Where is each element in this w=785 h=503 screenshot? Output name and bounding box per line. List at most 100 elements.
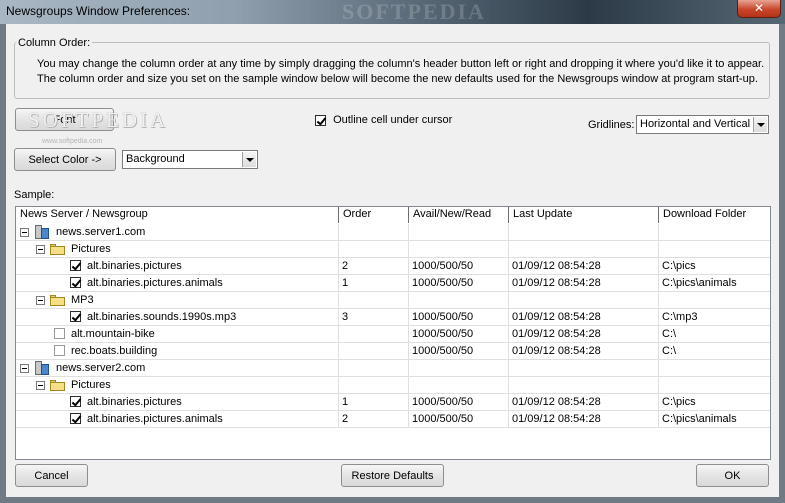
cancel-button[interactable]: Cancel xyxy=(15,464,88,487)
cell-download-folder: C:\ xyxy=(659,343,770,359)
cell-download-folder: C:\pics xyxy=(659,394,770,410)
row-label: Pictures xyxy=(71,379,111,391)
window-title: Newsgroups Window Preferences: xyxy=(6,4,191,18)
subscribe-checkbox[interactable] xyxy=(54,328,65,339)
collapse-icon[interactable] xyxy=(36,296,45,305)
newsgroup-row[interactable]: alt.binaries.sounds.1990s.mp3 3 1000/500/5… xyxy=(16,309,770,326)
newsgroup-row[interactable]: alt.binaries.pictures 1 1000/500/50 01/09/1… xyxy=(16,394,770,411)
chevron-down-icon[interactable] xyxy=(242,152,256,167)
cell-order: 3 xyxy=(339,309,409,325)
cell-last-update: 01/09/12 08:54:28 xyxy=(509,275,659,291)
cell-last-update xyxy=(509,377,659,393)
cell-newsgroup: alt.binaries.pictures.animals xyxy=(16,275,339,291)
folder-icon xyxy=(50,380,65,391)
gridlines-value: Horizontal and Vertical xyxy=(640,118,751,130)
subscribe-checkbox[interactable] xyxy=(70,311,81,322)
cell-avail xyxy=(409,360,509,376)
cell-last-update xyxy=(509,292,659,308)
cell-download-folder xyxy=(659,292,770,308)
cell-newsgroup: Pictures xyxy=(16,241,339,257)
subscribe-checkbox[interactable] xyxy=(70,413,81,424)
close-button[interactable]: ✕ xyxy=(737,0,781,18)
newsgroup-row[interactable]: alt.binaries.pictures 2 1000/500/50 01/09/1… xyxy=(16,258,770,275)
column-header-last-update[interactable]: Last Update xyxy=(509,207,659,223)
cell-newsgroup: alt.binaries.pictures xyxy=(16,258,339,274)
outline-label: Outline cell under cursor xyxy=(333,114,453,127)
cell-last-update xyxy=(509,360,659,376)
cell-last-update: 01/09/12 08:54:28 xyxy=(509,326,659,342)
cell-avail: 1000/500/50 xyxy=(409,343,509,359)
column-header-newsgroup[interactable]: News Server / Newsgroup xyxy=(16,207,339,223)
subscribe-checkbox[interactable] xyxy=(70,277,81,288)
cell-newsgroup: alt.binaries.pictures.animals xyxy=(16,411,339,427)
server-row[interactable]: news.server2.com xyxy=(16,360,770,377)
title-watermark: SOFTPEDIA xyxy=(342,0,486,24)
cell-last-update: 01/09/12 08:54:28 xyxy=(509,394,659,410)
cell-order xyxy=(339,326,409,342)
newsgroup-row[interactable]: alt.binaries.pictures.animals 2 1000/500/5… xyxy=(16,411,770,428)
cell-avail xyxy=(409,224,509,240)
cell-order xyxy=(339,224,409,240)
cell-last-update: 01/09/12 08:54:28 xyxy=(509,309,659,325)
cell-avail: 1000/500/50 xyxy=(409,326,509,342)
cell-avail: 1000/500/50 xyxy=(409,411,509,427)
column-order-legend: Column Order: xyxy=(16,37,93,49)
newsgroup-row[interactable]: alt.mountain-bike 1000/500/50 01/09/12 08:… xyxy=(16,326,770,343)
subscribe-checkbox[interactable] xyxy=(70,396,81,407)
newsgroup-row[interactable]: rec.boats.building 1000/500/50 01/09/12 08… xyxy=(16,343,770,360)
font-button[interactable]: Font xyxy=(15,108,114,131)
title-bar[interactable]: Newsgroups Window Preferences: SOFTPEDIA… xyxy=(0,0,785,24)
column-header-avail[interactable]: Avail/New/Read xyxy=(409,207,509,223)
collapse-icon[interactable] xyxy=(36,245,45,254)
cell-download-folder xyxy=(659,360,770,376)
cell-avail: 1000/500/50 xyxy=(409,309,509,325)
restore-defaults-button[interactable]: Restore Defaults xyxy=(341,464,444,487)
cell-last-update xyxy=(509,241,659,257)
row-label: Pictures xyxy=(71,243,111,255)
cell-download-folder xyxy=(659,224,770,240)
cell-newsgroup: news.server2.com xyxy=(16,360,339,376)
row-label: news.server1.com xyxy=(56,226,146,238)
cell-download-folder: C:\ xyxy=(659,326,770,342)
chevron-down-icon[interactable] xyxy=(753,117,767,132)
dialog-body: Column Order: You may change the column … xyxy=(6,24,779,497)
cell-order xyxy=(339,292,409,308)
newsgroup-row[interactable]: alt.binaries.pictures.animals 1 1000/500/5… xyxy=(16,275,770,292)
row-label: MP3 xyxy=(71,294,94,306)
row-label: alt.binaries.pictures.animals xyxy=(87,413,223,425)
row-label: alt.binaries.pictures.animals xyxy=(87,277,223,289)
subscribe-checkbox[interactable] xyxy=(54,345,65,356)
folder-row[interactable]: Pictures xyxy=(16,377,770,394)
cell-avail xyxy=(409,377,509,393)
ok-button[interactable]: OK xyxy=(696,464,769,487)
sample-grid[interactable]: News Server / Newsgroup Order Avail/New/… xyxy=(15,206,771,460)
color-target-select[interactable]: Background xyxy=(122,150,258,169)
cell-order xyxy=(339,343,409,359)
preferences-window: Newsgroups Window Preferences: SOFTPEDIA… xyxy=(0,0,785,503)
gridlines-select[interactable]: Horizontal and Vertical xyxy=(636,115,769,134)
cell-order: 1 xyxy=(339,275,409,291)
select-color-button[interactable]: Select Color -> xyxy=(14,148,116,171)
collapse-icon[interactable] xyxy=(20,228,29,237)
cell-newsgroup: rec.boats.building xyxy=(16,343,339,359)
cell-last-update xyxy=(509,224,659,240)
folder-row[interactable]: Pictures xyxy=(16,241,770,258)
folder-row[interactable]: MP3 xyxy=(16,292,770,309)
softpedia-url: www.softpedia.com xyxy=(42,138,103,145)
sample-label: Sample: xyxy=(14,189,55,201)
column-header-download-folder[interactable]: Download Folder xyxy=(659,207,770,223)
outline-checkbox[interactable] xyxy=(315,114,326,126)
column-order-description: You may change the column order at any t… xyxy=(37,58,765,85)
column-header-order[interactable]: Order xyxy=(339,207,409,223)
server-row[interactable]: news.server1.com xyxy=(16,224,770,241)
cell-download-folder: C:\mp3 xyxy=(659,309,770,325)
cell-order xyxy=(339,241,409,257)
subscribe-checkbox[interactable] xyxy=(70,260,81,271)
collapse-icon[interactable] xyxy=(20,364,29,373)
cell-download-folder: C:\pics\animals xyxy=(659,275,770,291)
cell-order: 1 xyxy=(339,394,409,410)
cell-order: 2 xyxy=(339,411,409,427)
collapse-icon[interactable] xyxy=(36,381,45,390)
cell-download-folder: C:\pics\animals xyxy=(659,411,770,427)
outline-option[interactable]: Outline cell under cursor xyxy=(315,114,452,126)
